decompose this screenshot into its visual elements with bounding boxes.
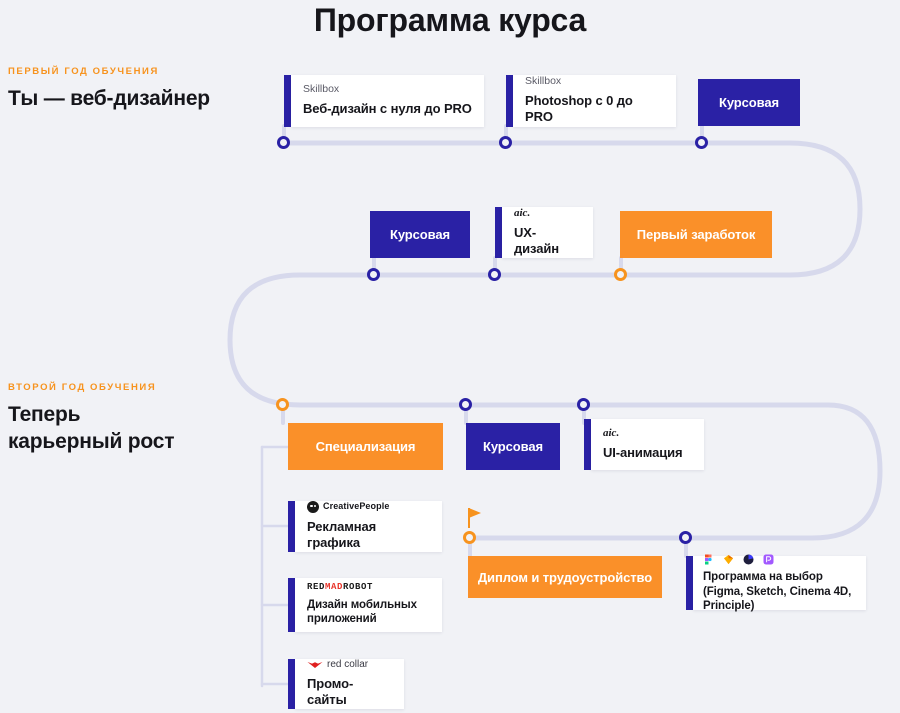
timeline-node-8	[459, 398, 472, 411]
milestone-coursework-1[interactable]: Курсовая	[698, 79, 800, 126]
timeline-node-1	[277, 136, 290, 149]
card-accent-bar	[686, 556, 693, 610]
card-brand-label: CreativePeople	[323, 501, 390, 512]
card-body: Программа на выбор (Figma, Sketch, Cinem…	[693, 554, 866, 612]
card-brand-aic: aic.	[603, 427, 620, 440]
specialization-card-ad-graphics[interactable]: CreativePeople Рекламная графика	[288, 501, 442, 552]
timeline-node-3	[695, 136, 708, 149]
card-body: aic. UI-анимация	[591, 419, 704, 470]
specialization-card-mobile-design[interactable]: REDMADROBOT Дизайн мобильных приложений	[288, 578, 442, 632]
card-accent-bar	[506, 75, 513, 127]
specialization-card-promo-sites[interactable]: red collar Промо-сайты	[288, 659, 404, 709]
redcollar-logo-icon	[307, 661, 323, 669]
milestone-specialization[interactable]: Специализация	[288, 423, 443, 470]
card-body: aic. UX-дизайн	[502, 207, 593, 258]
card-body: red collar Промо-сайты	[295, 659, 404, 709]
year-title-second-line2: карьерный рост	[8, 429, 175, 453]
card-title: Промо-сайты	[307, 676, 354, 707]
card-accent-bar	[288, 578, 295, 632]
card-title: Photoshop с 0 до PRO	[525, 93, 633, 125]
milestone-diploma-employment[interactable]: Диплом и трудоустройство	[468, 556, 662, 598]
card-body: Skillbox Веб-дизайн с нуля до PRO	[291, 75, 484, 127]
year-block-second: ВТОРОЙ ГОД ОБУЧЕНИЯ Теперь карьерный рос…	[8, 382, 175, 456]
app-icon-row	[703, 552, 856, 565]
card-title: UX-дизайн	[514, 225, 560, 257]
course-program-infographic: Программа курса ПЕРВЫЙ ГОД ОБУЧЕНИЯ Ты —…	[0, 0, 900, 713]
figma-icon	[703, 552, 714, 565]
course-card-software-choice[interactable]: Программа на выбор (Figma, Sketch, Cinem…	[686, 554, 866, 612]
card-title: Веб-дизайн с нуля до PRO	[303, 101, 472, 117]
card-brand-label: red collar	[327, 659, 369, 671]
brand-prefix: RED	[307, 581, 326, 592]
year-title-first: Ты — веб-дизайнер	[8, 87, 210, 110]
timeline-node-9	[577, 398, 590, 411]
card-body: CreativePeople Рекламная графика	[295, 501, 442, 552]
course-card-ui-animation[interactable]: aic. UI-анимация	[584, 419, 704, 470]
card-body: REDMADROBOT Дизайн мобильных приложений	[295, 578, 442, 632]
timeline-node-2	[499, 136, 512, 149]
card-accent-bar	[584, 419, 591, 470]
course-card-photoshop[interactable]: Skillbox Photoshop с 0 до PRO	[506, 75, 676, 127]
timeline-node-4	[367, 268, 380, 281]
card-brand: Skillbox	[525, 74, 562, 87]
brand-suffix: ROBOT	[343, 581, 374, 592]
principle-icon	[763, 552, 774, 565]
card-title: Дизайн мобильных приложений	[307, 599, 417, 626]
year-kicker-second: ВТОРОЙ ГОД ОБУЧЕНИЯ	[8, 382, 157, 393]
cinema4d-icon	[743, 552, 754, 565]
timeline-node-6	[614, 268, 627, 281]
course-card-webdesign[interactable]: Skillbox Веб-дизайн с нуля до PRO	[284, 75, 484, 127]
milestone-first-earnings[interactable]: Первый заработок	[620, 211, 772, 258]
card-accent-bar	[284, 75, 291, 127]
flag-icon	[468, 508, 482, 533]
creativepeople-logo-icon	[307, 501, 319, 514]
milestone-coursework-2[interactable]: Курсовая	[370, 211, 470, 258]
course-card-ux[interactable]: aic. UX-дизайн	[495, 207, 593, 258]
brand-mid: MAD	[325, 581, 344, 592]
card-brand-aic: aic.	[514, 207, 531, 220]
card-brand: Skillbox	[303, 82, 340, 95]
timeline-node-5	[488, 268, 501, 281]
card-brand: REDMADROBOT	[307, 581, 430, 593]
year-block-first: ПЕРВЫЙ ГОД ОБУЧЕНИЯ Ты — веб-дизайнер	[8, 66, 210, 113]
card-brand: CreativePeople	[307, 501, 430, 514]
year-title-second-line1: Теперь	[8, 403, 81, 426]
year-kicker-first: ПЕРВЫЙ ГОД ОБУЧЕНИЯ	[8, 66, 159, 77]
card-title: UI-анимация	[603, 445, 683, 461]
card-accent-bar	[495, 207, 502, 258]
milestone-coursework-3[interactable]: Курсовая	[466, 423, 560, 470]
timeline-node-7	[276, 398, 289, 411]
card-title: Программа на выбор (Figma, Sketch, Cinem…	[703, 571, 852, 612]
card-body: Skillbox Photoshop с 0 до PRO	[513, 75, 676, 127]
card-brand: red collar	[307, 659, 392, 670]
card-title: Рекламная графика	[307, 519, 377, 550]
card-accent-bar	[288, 659, 295, 709]
timeline-node-11	[679, 531, 692, 544]
redmadrobot-logo-icon: REDMADROBOT	[307, 581, 374, 593]
sketch-icon	[723, 552, 734, 565]
card-accent-bar	[288, 501, 295, 552]
year-title-second: Теперь карьерный рост	[8, 402, 175, 456]
